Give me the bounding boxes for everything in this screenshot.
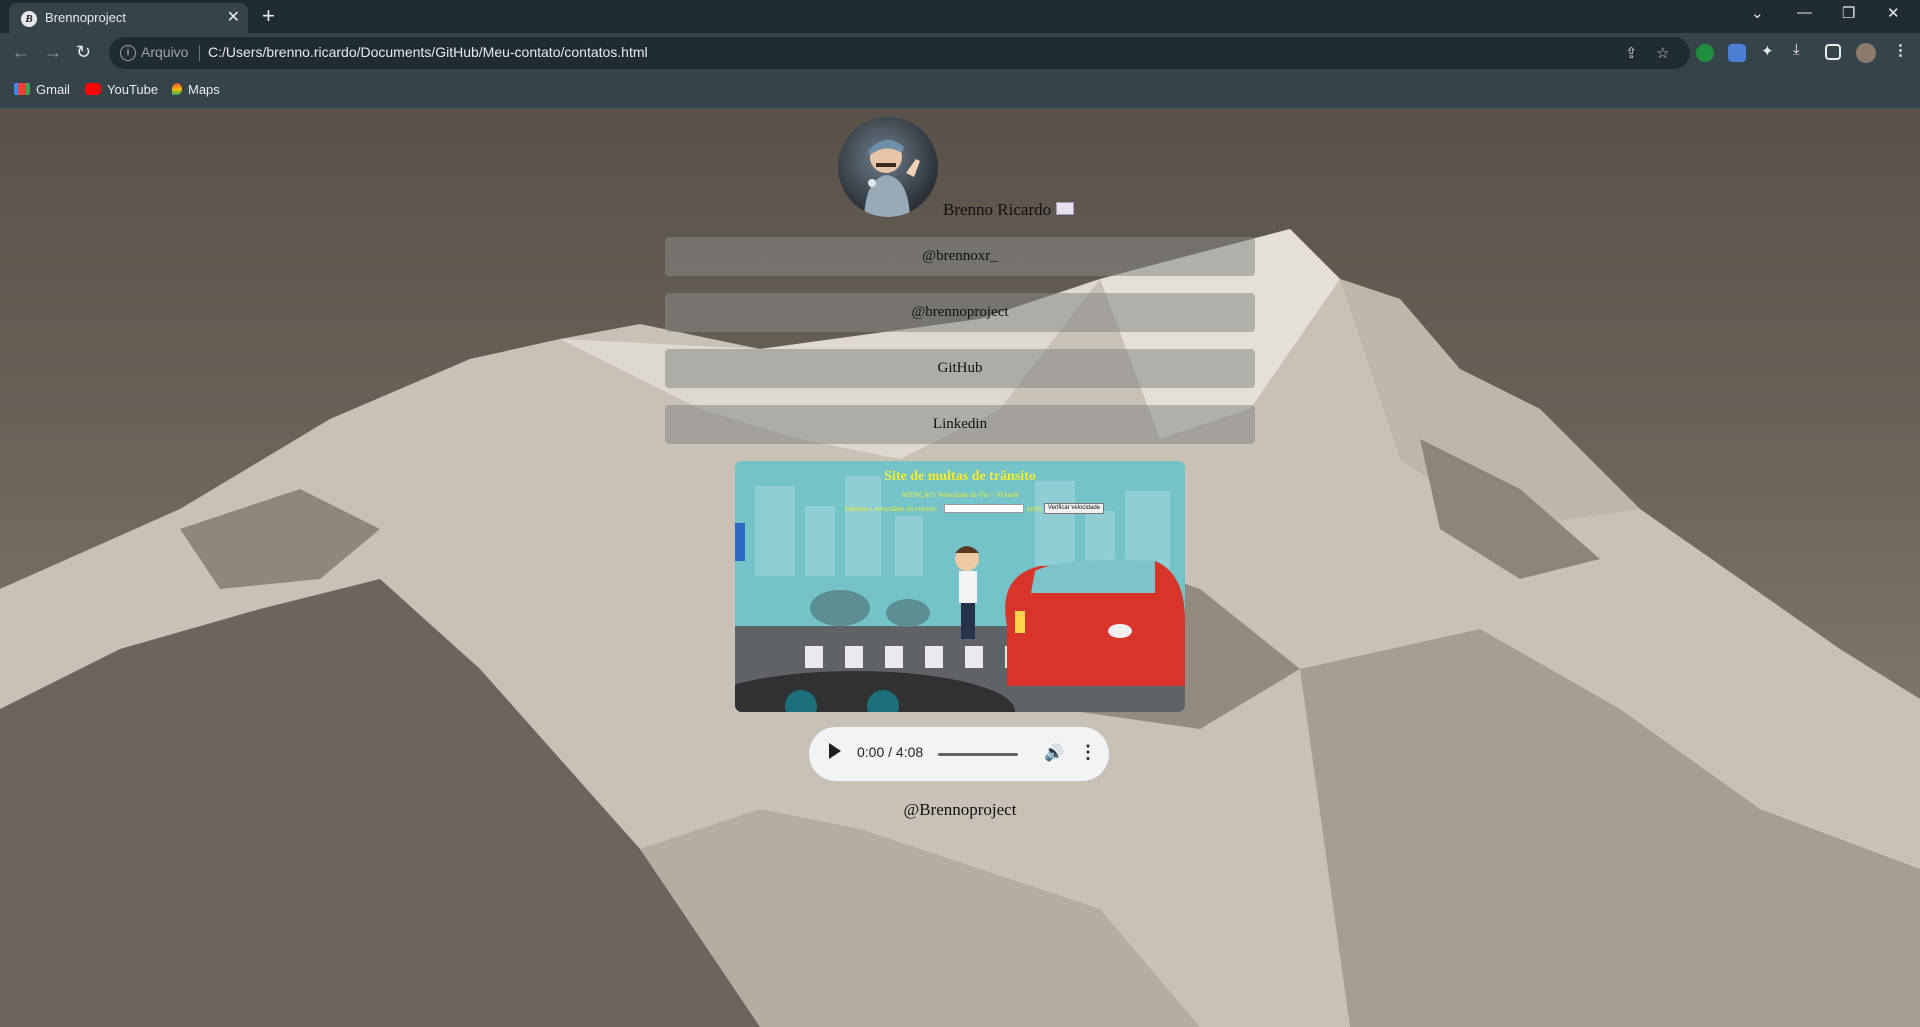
tab-favicon-icon: B xyxy=(21,11,37,27)
page-viewport: Brenno Ricardo @brennoxr_ @brennoproject… xyxy=(0,109,1920,1027)
bookmark-label: Gmail xyxy=(36,82,70,97)
play-icon[interactable] xyxy=(829,743,841,759)
envelope-icon xyxy=(1056,202,1075,215)
tab-search-icon[interactable]: ⌄ xyxy=(1751,4,1764,22)
minimize-button[interactable]: — xyxy=(1797,4,1812,21)
restore-button[interactable]: ❐ xyxy=(1842,4,1855,22)
downloads-icon[interactable]: ⤓ xyxy=(1793,41,1800,58)
new-tab-button[interactable]: + xyxy=(262,5,275,27)
volume-icon[interactable]: 🔊 xyxy=(1044,743,1064,763)
bookmark-star-icon[interactable]: ☆ xyxy=(1656,44,1669,62)
site-info-icon[interactable]: i xyxy=(120,45,136,61)
forward-button[interactable]: → xyxy=(44,41,62,63)
speed-input-label: Informe a velocidade do veículo: xyxy=(845,505,938,513)
translate-extension-icon[interactable] xyxy=(1728,44,1746,62)
url-text[interactable]: C:/Users/brenno.ricardo/Documents/GitHub… xyxy=(208,44,648,60)
back-button[interactable]: ← xyxy=(12,41,30,63)
profile-name: Brenno Ricardo xyxy=(943,200,1075,220)
security-chip: Arquivo xyxy=(141,44,189,60)
youtube-icon xyxy=(85,83,101,95)
extension-money-icon[interactable] xyxy=(1696,44,1714,62)
audio-more-icon[interactable]: ⋮ xyxy=(1079,742,1097,763)
audio-time: 0:00 / 4:08 xyxy=(857,744,924,760)
side-panel-icon[interactable] xyxy=(1825,44,1841,60)
gmail-icon xyxy=(14,83,30,95)
verify-speed-button[interactable]: Verificar velocidade xyxy=(1044,503,1104,514)
menu-kebab-icon[interactable]: ⋮ xyxy=(1893,41,1908,59)
audio-player: 0:00 / 4:08 🔊 ⋮ xyxy=(809,727,1109,781)
divider xyxy=(199,45,200,61)
maps-icon xyxy=(172,83,182,95)
github-link-button[interactable]: GitHub xyxy=(665,349,1255,388)
close-tab-icon[interactable]: ✕ xyxy=(227,8,240,28)
browser-tab[interactable]: B Brennoproject ✕ xyxy=(9,3,248,33)
profile-avatar[interactable] xyxy=(1856,43,1876,63)
reload-button[interactable]: ↻ xyxy=(76,41,91,63)
audio-progress-slider[interactable] xyxy=(938,753,1018,756)
speed-warning: ATENÇÃO: Velocidade da Via = 50 km/h xyxy=(901,491,1019,499)
tab-title: Brennoproject xyxy=(45,10,126,25)
instagram-link-button[interactable]: @brennoxr_ xyxy=(665,237,1255,276)
bookmark-gmail[interactable]: Gmail xyxy=(14,82,70,97)
address-bar[interactable]: i Arquivo C:/Users/brenno.ricardo/Docume… xyxy=(109,37,1690,69)
browser-toolbar: ← → ↻ i Arquivo C:/Users/brenno.ricardo/… xyxy=(0,33,1920,73)
linkedin-link-button[interactable]: Linkedin xyxy=(665,405,1255,444)
tab-strip: B Brennoproject ✕ + ⌄ — ❐ ✕ xyxy=(0,0,1920,33)
profile-name-text: Brenno Ricardo xyxy=(943,200,1052,219)
bookmark-label: YouTube xyxy=(107,82,159,97)
embedded-site-title: Site de multas de trânsito xyxy=(884,469,1036,484)
project-link-button[interactable]: @brennoproject xyxy=(665,293,1255,332)
share-icon[interactable]: ⇪ xyxy=(1625,44,1638,62)
avatar xyxy=(838,117,938,217)
footer-handle: @Brennoproject xyxy=(903,800,1017,819)
bookmark-maps[interactable]: Maps xyxy=(172,82,220,97)
bookmark-youtube[interactable]: YouTube xyxy=(85,82,158,97)
speed-input[interactable] xyxy=(944,504,1024,513)
embedded-site-preview[interactable]: Site de multas de trânsito ATENÇÃO: Velo… xyxy=(735,461,1185,712)
bookmark-label: Maps xyxy=(188,82,220,97)
close-window-button[interactable]: ✕ xyxy=(1887,4,1900,22)
extensions-puzzle-icon[interactable]: ✦ xyxy=(1761,42,1774,60)
bookmarks-bar: Gmail YouTube Maps xyxy=(0,73,1920,109)
speed-unit: km/h xyxy=(1027,505,1042,513)
